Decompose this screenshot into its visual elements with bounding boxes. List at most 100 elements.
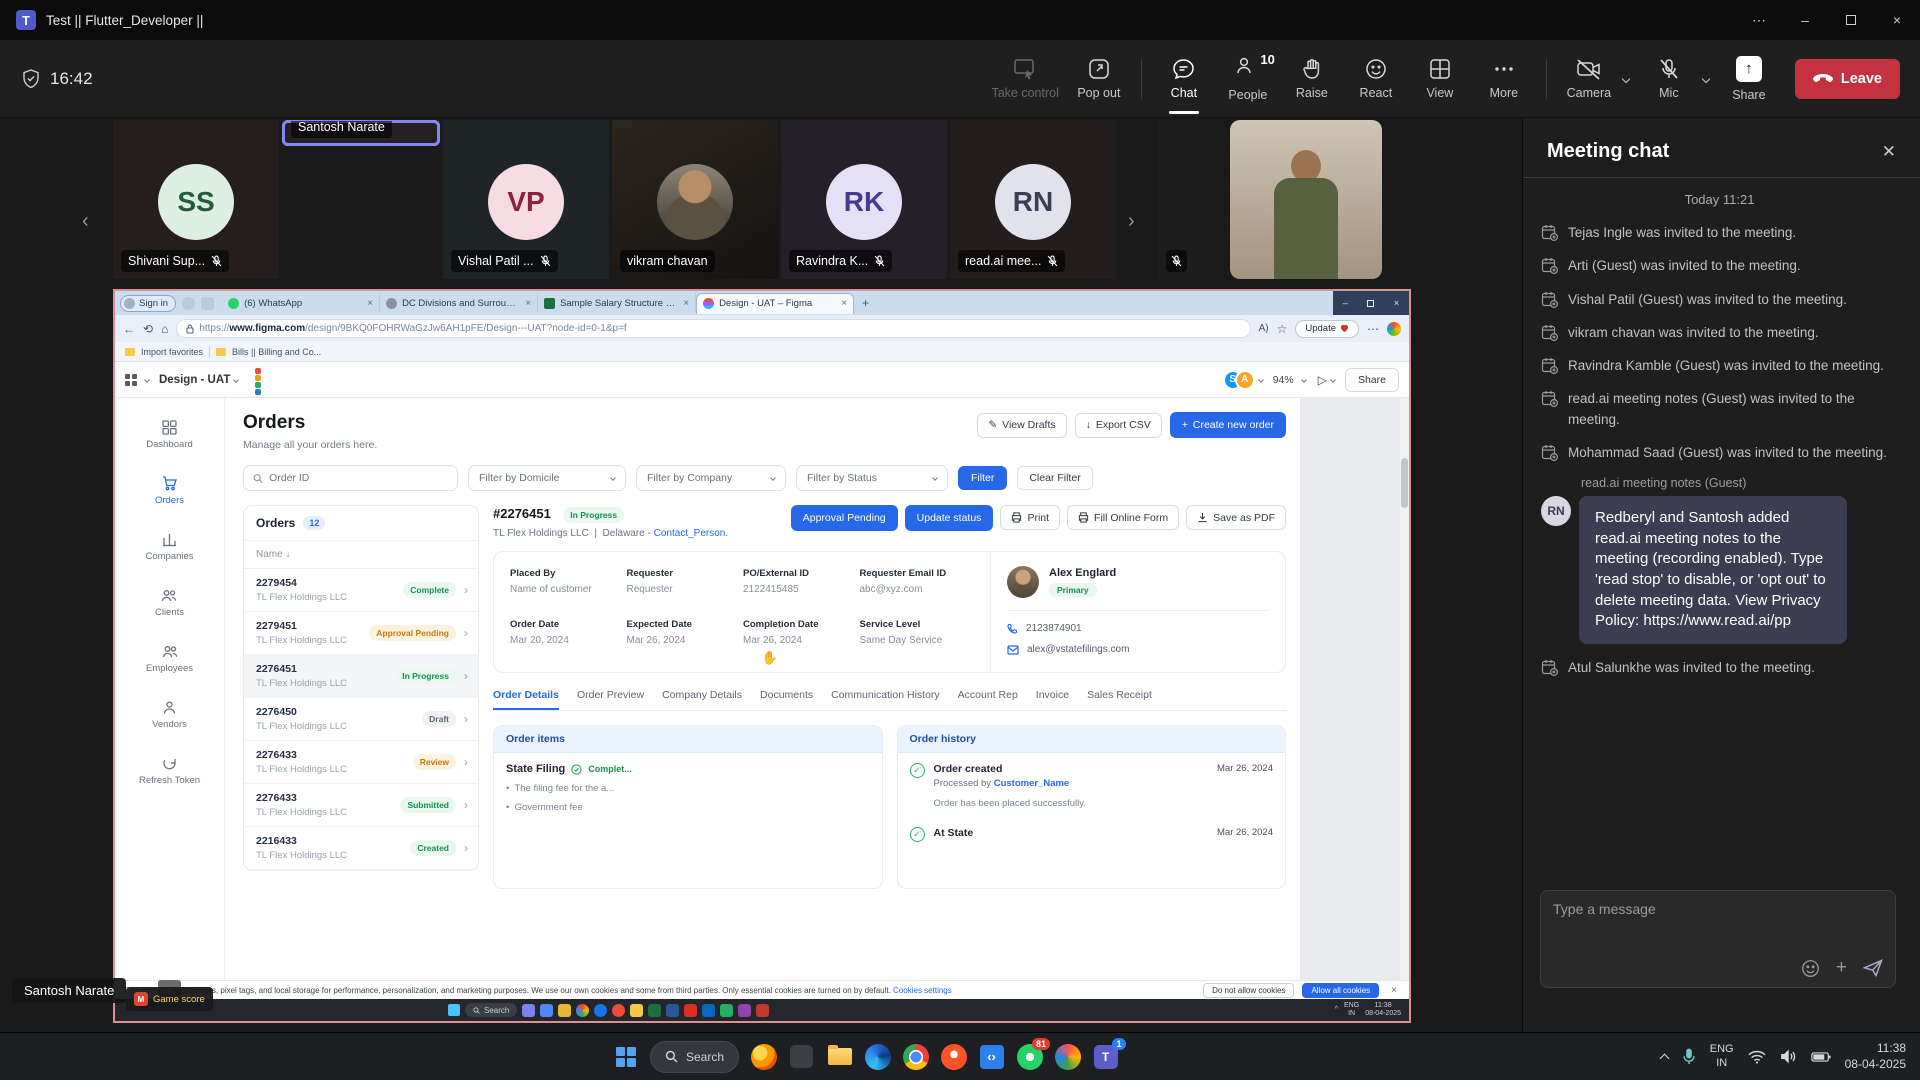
- figma-file-name[interactable]: Design - UAT: [159, 374, 230, 386]
- cookie-settings-link[interactable]: Cookies settings: [893, 986, 952, 995]
- clear-filter-button[interactable]: Clear Filter: [1017, 466, 1092, 490]
- chat-message-input[interactable]: [1553, 901, 1883, 947]
- browser-action-icon[interactable]: [182, 297, 195, 310]
- browser-action-icon[interactable]: [201, 297, 214, 310]
- start-button[interactable]: [612, 1043, 639, 1070]
- file-explorer-icon[interactable]: [826, 1043, 853, 1070]
- favorites-item[interactable]: Bills || Billing and Co...: [232, 347, 321, 357]
- view-drafts-button[interactable]: ✎View Drafts: [977, 413, 1066, 438]
- filter-status-select[interactable]: Filter by Status: [796, 465, 948, 491]
- sidebar-item-employees[interactable]: Employees: [146, 644, 193, 674]
- figma-menu-icon[interactable]: [125, 374, 137, 386]
- tab-order-preview[interactable]: Order Preview: [577, 689, 644, 710]
- participant-tile[interactable]: SS Shivani Sup...: [113, 120, 279, 279]
- shared-search-box[interactable]: Search: [465, 1003, 517, 1017]
- create-order-button[interactable]: +Create new order: [1170, 412, 1286, 438]
- tab-company-details[interactable]: Company Details: [662, 689, 742, 710]
- deny-cookies-button[interactable]: Do not allow cookies: [1203, 983, 1294, 998]
- order-row[interactable]: 2276433TL Flex Holdings LLCSubmitted›: [244, 784, 478, 827]
- shared-taskbar-app-icon[interactable]: [648, 1004, 661, 1017]
- tab-close-icon[interactable]: ×: [367, 298, 373, 309]
- shared-taskbar-app-icon[interactable]: [630, 1004, 643, 1017]
- vscode-icon[interactable]: ‹›: [978, 1043, 1005, 1070]
- customer-name-link[interactable]: Customer_Name: [994, 778, 1070, 789]
- emoji-icon[interactable]: [1801, 959, 1820, 978]
- leave-button[interactable]: Leave: [1795, 59, 1900, 99]
- favorites-star-icon[interactable]: ☆: [1277, 322, 1288, 336]
- order-row-selected[interactable]: 2276451TL Flex Holdings LLCIn Progress›: [244, 655, 478, 698]
- fill-online-form-button[interactable]: Fill Online Form: [1067, 505, 1179, 530]
- collaborators-chevron[interactable]: [1258, 377, 1264, 383]
- people-button[interactable]: 10 People: [1216, 44, 1280, 114]
- chrome-icon[interactable]: [902, 1043, 929, 1070]
- shared-taskbar-app-icon[interactable]: [558, 1004, 571, 1017]
- read-aloud-icon[interactable]: A): [1259, 323, 1269, 334]
- sidebar-item-vendors[interactable]: Vendors: [152, 700, 187, 730]
- tab-sales-receipt[interactable]: Sales Receipt: [1087, 689, 1152, 710]
- tiles-prev-arrow[interactable]: ‹: [82, 210, 89, 233]
- language-indicator[interactable]: ENGIN: [1710, 1043, 1734, 1071]
- shared-taskbar-app-icon[interactable]: [594, 1004, 607, 1017]
- tab-invoice[interactable]: Invoice: [1036, 689, 1069, 710]
- refresh-icon[interactable]: ⟲: [143, 322, 153, 336]
- window-close-button[interactable]: ×: [1874, 0, 1920, 40]
- sidebar-item-clients[interactable]: Clients: [155, 588, 184, 618]
- browser-maximize-icon[interactable]: [1367, 300, 1374, 307]
- edge-icon[interactable]: [864, 1043, 891, 1070]
- tab-documents[interactable]: Documents: [760, 689, 813, 710]
- wifi-icon[interactable]: [1748, 1050, 1766, 1064]
- export-csv-button[interactable]: ↓Export CSV: [1075, 413, 1162, 438]
- window-more-icon[interactable]: ⋯: [1736, 0, 1782, 40]
- chat-button[interactable]: Chat: [1152, 44, 1216, 114]
- participant-tile-video[interactable]: [1230, 120, 1382, 279]
- back-icon[interactable]: ←: [123, 322, 135, 336]
- address-bar[interactable]: https://www.figma.com/design/9BKQ0FOHRWa…: [176, 319, 1250, 338]
- present-chevron[interactable]: [1330, 377, 1336, 383]
- order-id-search[interactable]: [243, 465, 458, 491]
- shared-taskbar-app-icon[interactable]: [612, 1004, 625, 1017]
- volume-icon[interactable]: [1780, 1049, 1797, 1064]
- shared-taskbar-app-icon[interactable]: [576, 1004, 589, 1017]
- browser-profile-chip[interactable]: Sign in: [120, 295, 176, 312]
- sidebar-item-dashboard[interactable]: Dashboard: [146, 420, 192, 450]
- browser-tab[interactable]: Sample Salary Structure with calc×: [538, 293, 696, 313]
- chat-input-box[interactable]: +: [1540, 890, 1896, 988]
- whatsapp-icon[interactable]: 81: [1016, 1043, 1043, 1070]
- participant-tile[interactable]: SN Santosh Narate: [282, 120, 440, 146]
- browser-scrollbar[interactable]: [1400, 398, 1409, 980]
- shared-taskbar-app-icon[interactable]: [756, 1004, 769, 1017]
- sidebar-item-refresh-token[interactable]: Refresh Token: [139, 756, 200, 786]
- shared-taskbar-app-icon[interactable]: [702, 1004, 715, 1017]
- tray-chevron-icon[interactable]: [1659, 1054, 1669, 1064]
- approval-pending-button[interactable]: Approval Pending: [791, 505, 898, 531]
- pop-out-button[interactable]: Pop out: [1067, 44, 1131, 114]
- browser-menu-icon[interactable]: ⋯: [1367, 322, 1379, 336]
- allow-cookies-button[interactable]: Allow all cookies: [1302, 983, 1379, 998]
- shared-tray-lang[interactable]: ENGIN: [1344, 1002, 1359, 1018]
- save-as-pdf-button[interactable]: Save as PDF: [1186, 505, 1286, 530]
- file-chevron[interactable]: [234, 377, 240, 383]
- name-column-header[interactable]: Name ↓: [244, 541, 478, 569]
- react-button[interactable]: React: [1344, 44, 1408, 114]
- tab-order-details[interactable]: Order Details: [493, 689, 559, 710]
- figma-menu-chevron[interactable]: [144, 377, 150, 383]
- participant-tile[interactable]: RK Ravindra K...: [781, 120, 947, 279]
- sidebar-item-companies[interactable]: Companies: [145, 532, 193, 562]
- figma-share-button[interactable]: Share: [1345, 368, 1399, 392]
- battery-icon[interactable]: [1811, 1051, 1831, 1063]
- zoom-level[interactable]: 94%: [1273, 374, 1294, 386]
- participant-tile[interactable]: RN read.ai mee...: [950, 120, 1116, 279]
- participant-tile-partial[interactable]: [1158, 120, 1224, 279]
- app-icon[interactable]: [788, 1043, 815, 1070]
- order-row[interactable]: 2276450TL Flex Holdings LLCDraft›: [244, 698, 478, 741]
- attach-plus-icon[interactable]: +: [1836, 957, 1847, 979]
- share-button[interactable]: ↑ Share: [1717, 44, 1781, 114]
- shared-tray-chevron[interactable]: ^: [1335, 1006, 1338, 1014]
- browser-tab-active[interactable]: Design - UAT – Figma×: [696, 293, 854, 314]
- order-row[interactable]: 2279454TL Flex Holdings LLCComplete›: [244, 569, 478, 612]
- update-status-button[interactable]: Update status: [905, 505, 994, 531]
- browser-tab[interactable]: DC Divisions and Surroundings×: [380, 293, 538, 313]
- cookie-close-icon[interactable]: ×: [1391, 985, 1397, 996]
- browser-close-icon[interactable]: ×: [1394, 298, 1399, 308]
- mic-button[interactable]: Mic: [1637, 44, 1701, 114]
